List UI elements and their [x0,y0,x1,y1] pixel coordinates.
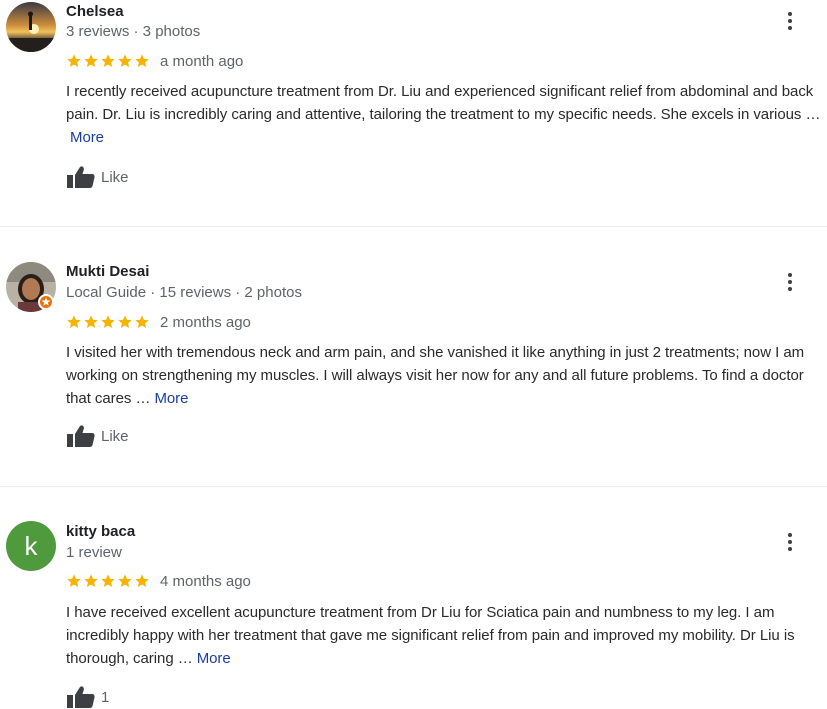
star-icon [67,54,81,67]
star-rating [66,53,150,69]
star-icon [84,574,98,587]
like-count: 1 [101,688,110,706]
star-rating [66,573,150,589]
star-icon [135,54,149,67]
star-icon [135,315,149,328]
like-label: Like [101,168,129,186]
like-label: Like [101,427,129,445]
star-icon [118,315,132,328]
star-rating [66,314,150,330]
more-vert-icon [788,12,792,30]
star-icon [101,54,115,67]
review-text: I have received excellent acupuncture tr… [66,604,795,667]
star-icon [118,574,132,587]
sunset-photo-avatar [6,2,56,52]
thumbs-up-icon [67,166,95,188]
thumbs-up-icon [67,686,95,708]
more-link[interactable]: More [70,129,104,146]
avatar[interactable]: k [6,521,56,571]
reviewer-name[interactable]: Mukti Desai [66,263,149,280]
like-button[interactable]: Like [66,165,129,189]
reviewer-name[interactable]: kitty baca [66,523,135,540]
more-options-button[interactable] [778,270,802,294]
more-options-button[interactable] [778,530,802,554]
like-button[interactable]: 1 [66,685,109,709]
rating-row: 4 months ago [66,571,251,591]
review-date: 4 months ago [160,572,251,590]
more-vert-icon [788,273,792,291]
rating-row: a month ago [66,51,243,71]
review-text-block: I recently received acupuncture treatmen… [66,80,826,149]
review-text-block: I have received excellent acupuncture tr… [66,601,826,670]
star-icon [101,315,115,328]
avatar-letter: k [24,531,38,561]
review-date: a month ago [160,52,244,70]
star-icon [101,574,115,587]
star-icon [135,574,149,587]
star-icon [84,315,98,328]
reviewer-meta: 3 reviews · 3 photos [66,23,201,40]
star-icon [84,54,98,67]
avatar[interactable] [6,2,56,52]
more-link[interactable]: More [197,650,231,667]
more-vert-icon [788,533,792,551]
star-icon [67,574,81,587]
divider [0,226,827,227]
review-date: 2 months ago [160,313,251,331]
review-text-block: I visited her with tremendous neck and a… [66,341,826,410]
more-options-button[interactable] [778,9,802,33]
local-guide-star-icon [41,297,51,306]
more-link[interactable]: More [154,390,188,407]
star-icon [118,54,132,67]
reviewer-name[interactable]: Chelsea [66,3,124,20]
star-icon [67,315,81,328]
like-button[interactable]: Like [66,424,129,448]
local-guide-badge [38,294,54,310]
review-text: I recently received acupuncture treatmen… [66,83,821,123]
rating-row: 2 months ago [66,312,251,332]
divider [0,486,827,487]
reviewer-meta: 1 review [66,544,122,561]
reviewer-meta: Local Guide · 15 reviews · 2 photos [66,284,302,301]
thumbs-up-icon [67,425,95,447]
